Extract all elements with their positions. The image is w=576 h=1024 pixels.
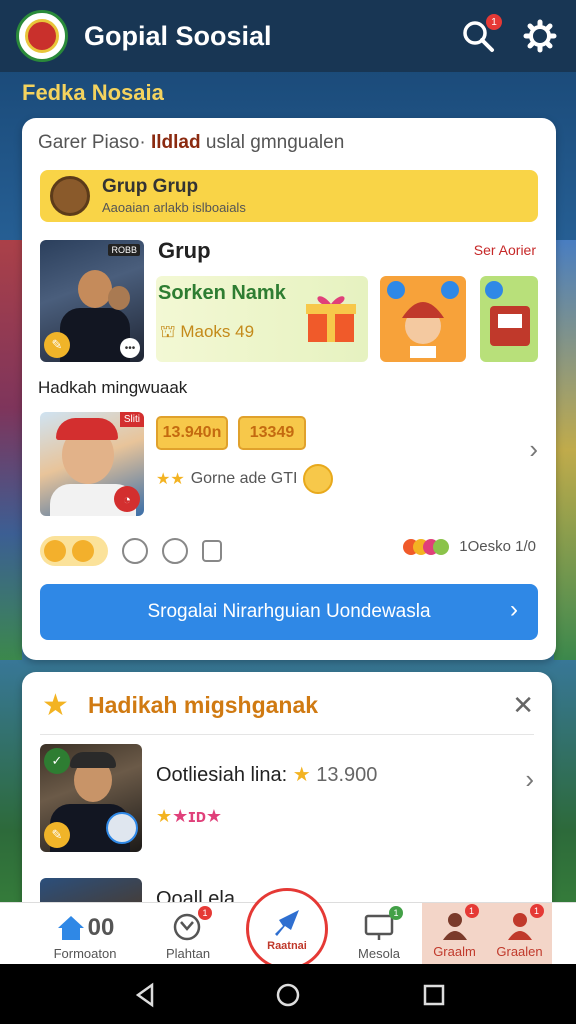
close-icon[interactable]: ✕ [512, 690, 534, 721]
promo-subtitle: ⛫ Maoks 49 [160, 322, 255, 341]
nav-item-home[interactable]: 00 Formoaton [40, 903, 130, 965]
center-action-button[interactable]: Raatnai [246, 888, 328, 970]
user-photo[interactable]: ✓ ✎ [40, 744, 142, 852]
action-row [40, 536, 222, 566]
group-banner-subtitle: Aaoaian arlakb islboaials [102, 200, 246, 215]
home-icon [57, 916, 84, 940]
reaction-stats: 1Oesko 1/0 [403, 538, 536, 555]
system-nav-bar [0, 964, 576, 1024]
edit-icon: ✎ [44, 822, 70, 848]
user-photo[interactable]: Sliti ◔ [40, 412, 144, 516]
book-icon [485, 281, 530, 346]
app-logo[interactable] [16, 10, 68, 62]
edit-icon: ✎ [44, 332, 70, 358]
nav-item-graalen[interactable]: 1 Graalen [487, 901, 552, 963]
chevron-right-icon: › [510, 596, 518, 623]
photo-tag: Sliti [119, 412, 144, 427]
home-circle-icon[interactable] [275, 982, 301, 1008]
search-button[interactable]: 1 [458, 14, 502, 56]
stat-pill[interactable]: 13349 [238, 416, 306, 450]
recents-icon[interactable] [421, 982, 447, 1008]
nav-item-messages[interactable]: 1 Mesola [334, 903, 424, 965]
group-banner-title: Grup Grup [102, 176, 199, 197]
featured-title: Hadikah migshganak [88, 692, 319, 718]
compass-icon[interactable] [122, 538, 148, 564]
stars-line: ★★ Gorne ade GTI [156, 464, 334, 494]
item-text: Ootliesiah lina: ★ 13.900 [156, 764, 378, 786]
coin-icon [303, 464, 334, 494]
notification-badge: 1 [486, 14, 502, 30]
chart-icon: ◔ [114, 486, 140, 512]
gear-icon [523, 19, 557, 53]
game-tile[interactable] [480, 276, 538, 362]
background-decoration-right [554, 240, 576, 660]
row-label: Hadkah mingwuaak [38, 378, 188, 397]
chevron-right-icon[interactable]: › [529, 434, 538, 465]
avatar [106, 812, 138, 844]
emoji-icon[interactable] [162, 538, 188, 564]
stat-pill[interactable]: 13.940n [156, 416, 228, 450]
rating-stars: ★★ɪᴅ★ [156, 806, 223, 826]
card-header: Garer Piaso· Ildlad uslal gmngualen [38, 132, 345, 153]
photo-tag: ROBB [108, 244, 140, 256]
check-icon: ✓ [44, 748, 70, 774]
divider [40, 734, 534, 735]
nav-item-graalm[interactable]: 1 Graalm [422, 901, 487, 963]
group-label: Grup [158, 238, 211, 263]
nav-item-profile-group: 1 Graalm 1 Graalen [422, 903, 552, 965]
more-icon: ••• [120, 338, 140, 358]
promo-title: Sorken Namk [158, 282, 286, 304]
feed-card: Garer Piaso· Ildlad uslal gmngualen Grup… [22, 118, 556, 660]
primary-cta-button[interactable]: Srogalai Nirarhguian Uondewasla › [40, 584, 538, 640]
app-bar: Gopial Soosial 1 [0, 0, 576, 72]
character-icon [387, 281, 459, 358]
header-highlight: Ildlad [150, 132, 201, 153]
group-avatar [50, 176, 90, 216]
see-more-link[interactable]: Ser Aorier [474, 242, 536, 258]
nav-item-stats[interactable]: 1 Plahtan [146, 903, 230, 965]
settings-button[interactable] [520, 16, 560, 56]
app-title: Gopial Soosial [84, 20, 272, 51]
group-photo[interactable]: ROBB ✎ ••• [40, 240, 144, 362]
rocket-icon [275, 910, 299, 936]
star-icon: ★ [292, 764, 311, 786]
star-icon: ★ [42, 689, 69, 722]
back-icon[interactable] [132, 982, 158, 1008]
star-icon: ★★ [156, 471, 185, 488]
coin-toggle[interactable] [40, 536, 108, 566]
game-tile[interactable] [380, 276, 466, 362]
gift-icon [306, 296, 356, 342]
square-icon[interactable] [202, 540, 222, 562]
background-decoration-left [0, 240, 22, 660]
promo-tile[interactable]: Sorken Namk ⛫ Maoks 49 [156, 276, 368, 362]
chevron-right-icon[interactable]: › [525, 764, 534, 795]
group-banner[interactable]: Grup Grup Aaoaian arlakb islboaials [40, 170, 538, 222]
section-title: Fedka Nosaia [22, 80, 164, 105]
